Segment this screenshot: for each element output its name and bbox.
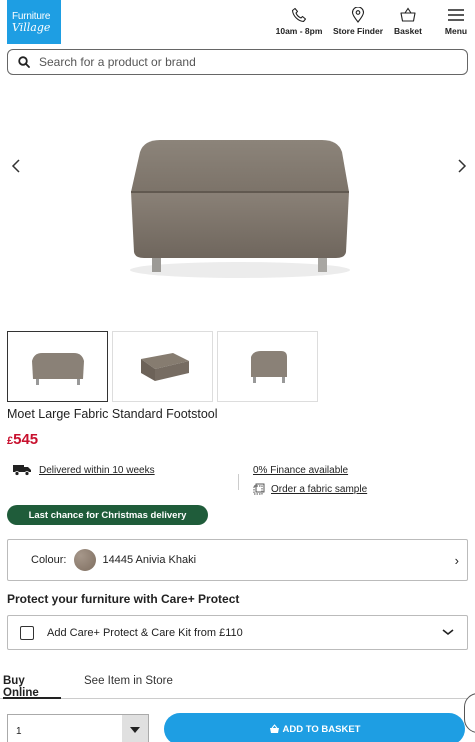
store-finder-link[interactable]: Store Finder: [332, 7, 384, 36]
search-bar: [7, 49, 468, 75]
basket-icon: [269, 724, 279, 733]
chevron-down-icon[interactable]: [441, 625, 455, 639]
thumbnail-3[interactable]: [217, 331, 318, 402]
colour-value: 14445 Anivia Khaki: [102, 554, 197, 566]
add-to-basket-button[interactable]: ADD TO BASKET: [164, 713, 465, 742]
finance-link[interactable]: 0% Finance available: [253, 465, 348, 476]
fabric-swatch-icon: [253, 483, 265, 495]
logo-line-2: Village: [12, 20, 51, 34]
location-pin-icon: [351, 7, 365, 23]
search-icon[interactable]: [18, 56, 30, 68]
site-header: Furniture Village 10am - 8pm Store Finde…: [0, 0, 475, 48]
add-to-basket-label: ADD TO BASKET: [282, 723, 361, 735]
colour-selector[interactable]: Colour: 14445 Anivia Khaki ›: [7, 539, 468, 581]
phone-icon: [291, 7, 307, 23]
christmas-delivery-badge: Last chance for Christmas delivery: [7, 505, 208, 525]
search-input[interactable]: [39, 55, 439, 69]
opening-hours-label: 10am - 8pm: [275, 26, 323, 36]
furniture-village-logo[interactable]: Furniture Village: [7, 0, 61, 44]
basket-link[interactable]: Basket: [392, 7, 424, 36]
fabric-sample-link[interactable]: Order a fabric sample: [253, 483, 367, 495]
delivery-link[interactable]: Delivered within 10 weeks: [39, 465, 155, 476]
product-main-image[interactable]: [0, 92, 475, 314]
menu-label: Menu: [444, 26, 468, 36]
basket-label: Basket: [394, 26, 422, 36]
chevron-right-icon: ›: [454, 553, 459, 568]
thumbnail-2[interactable]: [112, 331, 213, 402]
product-title: Moet Large Fabric Standard Footstool: [7, 407, 218, 421]
opening-hours-link[interactable]: 10am - 8pm: [275, 7, 323, 36]
divider: [238, 474, 239, 490]
purchase-tabs: Buy Online See Item in Store: [0, 675, 475, 699]
delivery-info[interactable]: Delivered within 10 weeks: [12, 464, 155, 476]
basket-icon: [400, 7, 416, 22]
menu-button[interactable]: Menu: [443, 7, 469, 36]
product-price: £545: [7, 431, 38, 448]
caret-down-icon: [130, 727, 140, 733]
store-finder-label: Store Finder: [332, 26, 384, 36]
care-protect-label: Add Care+ Protect & Care Kit from £110: [47, 626, 243, 639]
chat-widget-tab[interactable]: [464, 693, 475, 733]
care-protect-checkbox[interactable]: [20, 625, 34, 640]
logo-line-1: Furniture: [12, 10, 51, 22]
delivery-truck-icon: [13, 465, 31, 476]
tab-see-in-store[interactable]: See Item in Store: [84, 675, 173, 699]
price-amount: 545: [13, 431, 39, 448]
quantity-select[interactable]: 1: [7, 714, 149, 742]
quantity-value: 1: [16, 726, 22, 737]
tab-buy-online[interactable]: Buy Online: [3, 675, 61, 699]
quantity-dropdown-toggle[interactable]: [122, 715, 148, 742]
previous-image-arrow[interactable]: [9, 158, 25, 174]
thumbnail-1[interactable]: [7, 331, 108, 402]
colour-label: Colour:: [31, 554, 67, 566]
care-protect-option[interactable]: Add Care+ Protect & Care Kit from £110: [7, 615, 468, 650]
next-image-arrow[interactable]: [453, 158, 469, 174]
image-thumbnails: [7, 331, 318, 402]
hamburger-menu-icon: [448, 9, 464, 21]
care-protect-heading: Protect your furniture with Care+ Protec…: [7, 592, 240, 606]
colour-swatch: [74, 549, 97, 571]
fabric-sample-label: Order a fabric sample: [271, 483, 368, 495]
